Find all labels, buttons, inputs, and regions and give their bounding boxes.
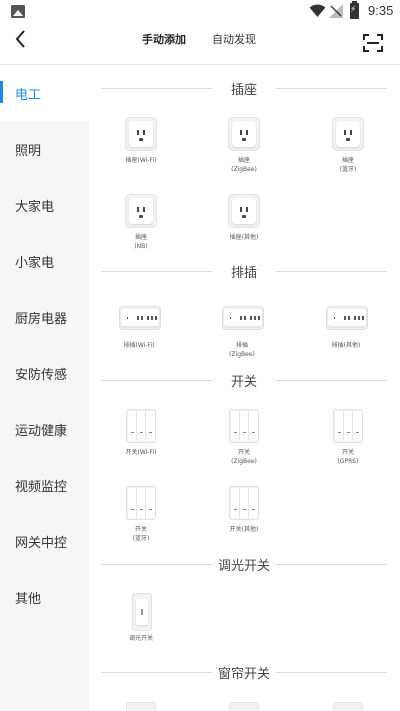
device-switch-bluetooth[interactable]: 开关 (蓝牙) [101, 486, 181, 556]
socket-icon [332, 117, 364, 151]
wall-switch-icon [126, 409, 156, 443]
socket-icon [228, 117, 260, 151]
device-switch-other[interactable]: 开关(其他) [204, 486, 284, 556]
wall-switch-icon [126, 486, 156, 520]
device-power-strip-wifi[interactable]: 排插(Wi-Fi) [99, 302, 179, 372]
status-bar: 9:35 [0, 0, 400, 24]
sidebar-item-lighting[interactable]: 照明 [0, 121, 89, 177]
socket-icon [125, 117, 157, 151]
tab-manual-add[interactable]: 手动添加 [142, 31, 186, 47]
section-header-socket: 插座 [101, 78, 387, 98]
device-name: 插座(Wi-Fi) [125, 157, 157, 164]
socket-icon [228, 194, 260, 228]
sidebar-item-small-appliances[interactable]: 小家电 [0, 233, 89, 289]
device-content: 插座 插座(Wi-Fi) 插座 (ZigBee) 插座 (蓝牙) 插座 (NB)… [89, 65, 400, 711]
wall-switch-icon [333, 409, 363, 443]
device-name: 排插(Wi-Fi) [123, 342, 155, 349]
section-header-power-strip: 排插 [101, 261, 387, 281]
sidebar-item-security-sensors[interactable]: 安防传感 [0, 345, 89, 401]
device-switch-gprs[interactable]: 开关 (GPRS) [308, 409, 388, 479]
sidebar-item-label: 厨房电器 [15, 312, 68, 327]
device-name: 开关 (蓝牙) [132, 526, 150, 542]
device-switch-zigbee[interactable]: 开关 (ZigBee) [204, 409, 284, 479]
sidebar-item-label: 照明 [15, 144, 42, 159]
device-name: 插座 (NB) [134, 234, 148, 250]
sidebar-item-kitchen[interactable]: 厨房电器 [0, 289, 89, 345]
signal-icon [329, 4, 343, 18]
dimmer-switch-icon [132, 593, 152, 631]
device-power-strip-other[interactable]: 排插(其他) [306, 302, 386, 372]
device-power-strip-zigbee[interactable]: 排插 (ZigBee) [202, 302, 282, 372]
device-name: 开关 (GPRS) [337, 449, 359, 465]
active-indicator [0, 81, 3, 103]
sidebar-item-label: 安防传感 [15, 368, 68, 383]
device-name: 插座 (ZigBee) [231, 157, 257, 173]
status-time: 9:35 [368, 3, 394, 18]
sidebar-item-fitness[interactable]: 运动健康 [0, 401, 89, 457]
device-socket-other[interactable]: 插座(其他) [204, 194, 284, 264]
sidebar-item-label: 其他 [15, 592, 42, 607]
sidebar-item-video-surveillance[interactable]: 视频监控 [0, 457, 89, 513]
device-socket-nb[interactable]: 插座 (NB) [101, 194, 181, 264]
category-sidebar: 电工 照明 大家电 小家电 厨房电器 安防传感 运动健康 视频监控 网关中控 其… [0, 65, 89, 711]
device-socket-zigbee[interactable]: 插座 (ZigBee) [204, 117, 284, 187]
wall-switch-icon [229, 486, 259, 520]
section-header-dimmer: 调光开关 [101, 554, 387, 574]
divider [275, 271, 387, 272]
sidebar-item-label: 小家电 [15, 256, 55, 271]
divider [275, 672, 387, 673]
device-socket-bluetooth[interactable]: 插座 (蓝牙) [308, 117, 388, 187]
back-button[interactable] [10, 26, 34, 52]
divider [275, 380, 387, 381]
scan-button[interactable] [362, 33, 384, 53]
sidebar-item-label: 大家电 [15, 200, 55, 215]
back-arrow-icon [15, 30, 25, 48]
scan-icon [363, 34, 383, 52]
device-name: 排插(其他) [331, 342, 361, 349]
device-name: 开关(Wi-Fi) [125, 449, 157, 456]
device-name: 开关 (ZigBee) [231, 449, 257, 465]
sidebar-item-other[interactable]: 其他 [0, 569, 89, 625]
device-dimmer-switch[interactable]: 调光开关 [101, 593, 181, 665]
wall-switch-icon [229, 409, 259, 443]
curtain-switch-icon[interactable] [126, 702, 156, 711]
section-header-switch: 开关 [101, 370, 387, 390]
divider [275, 88, 387, 89]
curtain-switch-icon[interactable] [229, 702, 259, 711]
section-header-curtain-switch: 窗帘开关 [101, 662, 387, 682]
gallery-notification-icon [11, 5, 25, 18]
top-bar: 手动添加 自动发现 [0, 24, 400, 69]
sidebar-item-gateway[interactable]: 网关中控 [0, 513, 89, 569]
device-name: 调光开关 [128, 635, 153, 642]
sidebar-item-label: 网关中控 [15, 536, 68, 551]
power-strip-icon [326, 306, 368, 330]
device-name: 排插 (ZigBee) [229, 342, 255, 358]
sidebar-item-label: 视频监控 [15, 480, 68, 495]
sidebar-item-label: 运动健康 [15, 424, 68, 439]
sidebar-item-label: 电工 [15, 88, 42, 103]
sidebar-item-electrical[interactable]: 电工 [0, 65, 89, 121]
divider [275, 564, 387, 565]
sidebar-item-large-appliances[interactable]: 大家电 [0, 177, 89, 233]
device-name: 开关(其他) [229, 526, 259, 533]
device-name: 插座 (蓝牙) [339, 157, 357, 173]
device-switch-wifi[interactable]: 开关(Wi-Fi) [101, 409, 181, 479]
device-name: 插座(其他) [229, 234, 259, 241]
tab-auto-discover[interactable]: 自动发现 [212, 31, 256, 47]
socket-icon [125, 194, 157, 228]
device-socket-wifi[interactable]: 插座(Wi-Fi) [101, 117, 181, 187]
wifi-icon [309, 4, 326, 17]
battery-charging-icon [350, 1, 359, 19]
curtain-switch-icon[interactable] [333, 702, 363, 711]
power-strip-icon [119, 306, 161, 330]
power-strip-icon [222, 306, 264, 330]
